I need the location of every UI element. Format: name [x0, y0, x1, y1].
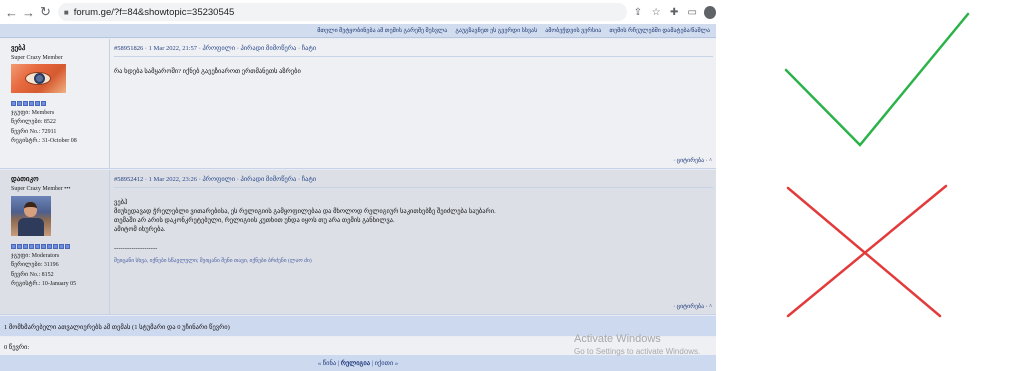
- forum-post: ვებჰ Super Crazy Member ჯგუფი: Members წ…: [0, 39, 716, 169]
- author-meta: ჯგუფი: Members წერილები: 8522 წევრი No.:…: [11, 109, 109, 145]
- check-mark-icon: [784, 12, 970, 147]
- avatar-head: [24, 202, 37, 217]
- rank-pip: [65, 244, 70, 249]
- rank-pip: [59, 244, 64, 249]
- rank-pip: [23, 244, 28, 249]
- post-content: #58951826 · 1 Mar 2022, 21:57 · პროფილი …: [111, 39, 716, 168]
- author-meta: ჯგუფი: Moderators წერილები: 31196 წევრი …: [11, 252, 109, 288]
- profile-icon[interactable]: [703, 5, 717, 19]
- post-date: · 1 Mar 2022, 21:57: [144, 45, 198, 52]
- forum-link[interactable]: რელიგია: [341, 360, 370, 367]
- author-name[interactable]: ვებჰ: [11, 44, 109, 52]
- post-header: #58952412 · 1 Mar 2022, 23:26 · პროფილი …: [114, 175, 713, 188]
- post-body: ვებჰ მიუხედავად ჭრელებლი ვითარებისა, ეს …: [114, 198, 713, 266]
- signature-divider: --------------------: [114, 245, 158, 252]
- topic-option-link[interactable]: თემის რჩეულებში დამატება/წაშლა: [609, 27, 710, 34]
- rank-pip: [35, 101, 40, 106]
- annotation-panel: [716, 0, 1024, 371]
- rank-pip: [23, 101, 28, 106]
- forward-icon[interactable]: →: [20, 3, 37, 21]
- author-title: Super Crazy Member •••: [11, 186, 71, 192]
- lock-icon: ■: [63, 7, 69, 17]
- author-joined: რეგისტრ.: 10-January 05: [11, 281, 77, 288]
- post-body-line: მიუხედავად ჭრელებლი ვითარებისა, ეს რელიგ…: [114, 208, 496, 215]
- annotation-marks: [784, 12, 970, 318]
- author-member-no: წევრი No.: 8152: [11, 271, 54, 278]
- signature: შეიცანი სხვა, იქნები სწავლული; შეიცანი შ…: [114, 258, 312, 264]
- rank-pip: [41, 244, 46, 249]
- post-content: #58952412 · 1 Mar 2022, 23:26 · პროფილი …: [111, 170, 716, 314]
- back-icon[interactable]: ←: [3, 3, 20, 21]
- watermark-subtitle: Go to Settings to activate Windows.: [574, 347, 701, 356]
- quote-link[interactable]: · ციტირება · ^: [673, 157, 712, 164]
- rank-pips: [11, 101, 109, 106]
- author-title: Super Crazy Member: [11, 55, 63, 61]
- next-topic-link[interactable]: იქითი »: [375, 360, 399, 367]
- rank-pip: [35, 244, 40, 249]
- post-permalink[interactable]: #58951826: [114, 45, 143, 52]
- post-actions[interactable]: · პროფილი · პირადი მიმოწერა · ჩატი: [199, 176, 316, 183]
- post-body: რა ხდება სამყაროში? იქნებ გაეეზიაროთ ერთ…: [114, 68, 301, 75]
- share-icon[interactable]: ⇪: [630, 4, 645, 20]
- post-date: · 1 Mar 2022, 23:26: [144, 176, 198, 183]
- author-group: ჯგუფი: Members: [11, 109, 55, 116]
- star-icon[interactable]: ☆: [649, 4, 664, 20]
- topic-options-bar: მთელი შეტყობინება ამ თემის გარეშე შესვლა…: [0, 24, 716, 38]
- post-permalink[interactable]: #58952412: [114, 176, 143, 183]
- rank-pip: [41, 101, 46, 106]
- forum-page: მთელი შეტყობინება ამ თემის გარეშე შესვლა…: [0, 24, 716, 371]
- post-body-line: ვებჰ: [114, 199, 128, 206]
- topic-option-link[interactable]: ამობეჭდვის ვერსია: [545, 27, 601, 34]
- author-post-count: წერილები: 31196: [11, 262, 59, 269]
- avatar-iris: [34, 73, 45, 84]
- browser-toolbar: ← → ↻ ■ forum.ge/?f=84&showtopic=3523054…: [0, 0, 717, 24]
- rank-pip: [47, 244, 52, 249]
- topic-option-link[interactable]: მთელი შეტყობინება ამ თემის გარეშე შესვლა: [317, 27, 447, 34]
- author-group: ჯგუფი: Moderators: [11, 252, 60, 259]
- rank-pip: [53, 244, 58, 249]
- rank-pip: [17, 101, 22, 106]
- post-author-panel: დათიკო Super Crazy Member ••• ჯგუფი: Mod…: [0, 170, 110, 314]
- rank-pip: [11, 244, 16, 249]
- quote-link[interactable]: · ციტირება · ^: [673, 303, 712, 310]
- author-name[interactable]: დათიკო: [11, 175, 109, 183]
- post-author-panel: ვებჰ Super Crazy Member ჯგუფი: Members წ…: [0, 39, 110, 168]
- rank-pip: [29, 244, 34, 249]
- reload-icon[interactable]: ↻: [37, 3, 54, 21]
- extensions-icon[interactable]: ✚: [667, 4, 682, 20]
- rank-pip: [11, 101, 16, 106]
- forum-post: დათიკო Super Crazy Member ••• ჯგუფი: Mod…: [0, 170, 716, 315]
- watermark-title: Activate Windows: [574, 333, 661, 345]
- activate-windows-watermark: Activate Windows Go to Settings to activ…: [574, 333, 700, 356]
- rank-pips: [11, 244, 109, 249]
- author-post-count: წერილები: 8522: [11, 119, 56, 126]
- post-header: #58951826 · 1 Mar 2022, 21:57 · პროფილი …: [114, 44, 713, 57]
- avatar: [11, 196, 51, 236]
- prev-topic-link[interactable]: « წინა: [318, 360, 336, 367]
- post-body-line: თემაში არ არის დაკონკრეტებული, რელიგიის …: [114, 217, 395, 224]
- topic-option-link[interactable]: გაუგზავნეთ ეს გვერდი სხვას: [455, 27, 537, 34]
- address-bar[interactable]: ■ forum.ge/?f=84&showtopic=35230545: [57, 3, 628, 21]
- author-member-no: წევრი No.: 72911: [11, 128, 57, 135]
- sidepanel-icon[interactable]: ▭: [685, 4, 700, 20]
- avatar: [11, 64, 66, 93]
- post-body-line: ამიტომ იხურება.: [114, 226, 166, 233]
- topic-navigation: « წინა | რელიგია | იქითი »: [0, 355, 716, 371]
- rank-pip: [17, 244, 22, 249]
- avatar-torso: [18, 218, 44, 236]
- post-actions[interactable]: · პროფილი · პირადი მიმოწერა · ჩატი: [199, 45, 316, 52]
- author-joined: რეგისტრ.: 31-October 08: [11, 138, 77, 145]
- screenshot: ← → ↻ ■ forum.ge/?f=84&showtopic=3523054…: [0, 0, 1024, 371]
- cross-mark-stroke-icon: [786, 184, 948, 318]
- rank-pip: [29, 101, 34, 106]
- url-text: forum.ge/?f=84&showtopic=35230545: [73, 6, 235, 18]
